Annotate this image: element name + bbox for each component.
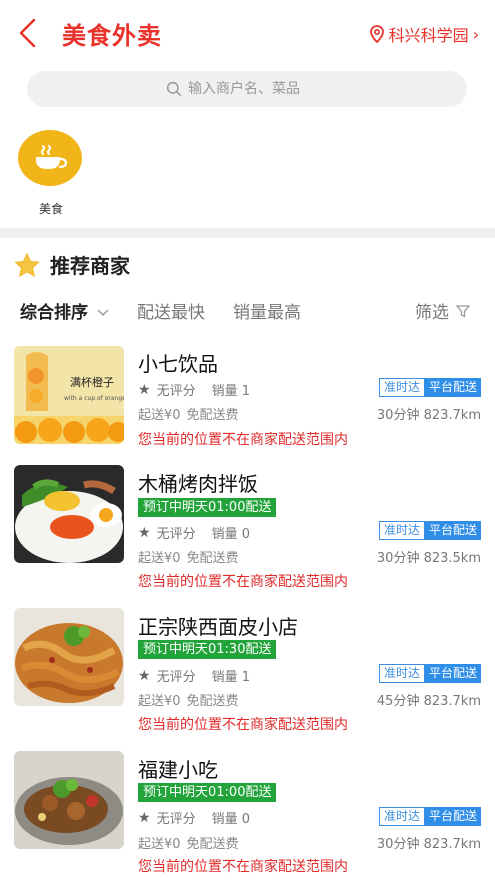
delivery-fee: 免配送费	[186, 837, 239, 852]
min-order: 起送¥0	[138, 408, 181, 423]
back-chevron-icon[interactable]	[16, 17, 46, 51]
preorder-badge: 预订中明天01:30配送	[138, 640, 277, 659]
rating-star-icon: ★	[138, 381, 151, 398]
filter-button[interactable]: 筛选	[415, 298, 471, 323]
tag-platform: 平台配送	[424, 521, 481, 540]
min-order: 起送¥0	[138, 837, 181, 852]
tag-platform: 平台配送	[424, 664, 481, 683]
tag-ontime: 准时达	[378, 807, 425, 826]
min-order: 起送¥0	[138, 551, 181, 566]
preorder-badge: 预订中明天01:00配送	[138, 498, 277, 517]
tag-platform: 平台配送	[424, 378, 481, 397]
shop-image	[14, 608, 124, 706]
rating-star-icon: ★	[138, 809, 151, 826]
sort-fastest[interactable]: 配送最快	[137, 298, 205, 323]
delivery-warning: 您当前的位置不在商家配送范围内	[138, 717, 348, 733]
shop-distance: 30分钟 823.7km	[376, 408, 481, 423]
star-icon	[14, 252, 40, 277]
rating-star-icon: ★	[138, 667, 151, 684]
filter-icon	[456, 305, 471, 318]
delivery-fee: 免配送费	[186, 694, 239, 709]
chevron-right-icon: ›	[472, 24, 479, 44]
shop-meta: ★ 无评分 销量 0	[138, 808, 250, 828]
search-icon	[166, 81, 182, 97]
shop-rating: 无评分	[156, 527, 196, 542]
delivery-warning: 您当前的位置不在商家配送范围内	[138, 574, 348, 590]
shop-distance: 30分钟 823.5km	[376, 551, 481, 566]
coffee-cup-icon	[18, 130, 82, 186]
shop-image: 满杯橙子 with a cup of orange	[14, 346, 124, 444]
min-order: 起送¥0	[138, 694, 181, 709]
filter-label: 筛选	[415, 303, 449, 323]
tag-ontime: 准时达	[378, 521, 425, 540]
shop-meta: ★ 无评分 销量 1	[138, 380, 250, 400]
header: 美食外卖 科兴科学园 ›	[0, 0, 495, 66]
shop-tags: 准时达 平台配送	[378, 664, 481, 683]
preorder-badge: 预订中明天01:00配送	[138, 783, 277, 802]
shop-distance: 45分钟 823.7km	[376, 694, 481, 709]
shop-sales: 销量 0	[211, 812, 250, 827]
shop-name: 正宗陕西面皮小店	[138, 615, 298, 639]
shop-tags: 准时达 平台配送	[378, 521, 481, 540]
shop-sales: 销量 1	[211, 670, 250, 685]
shop-fee: 起送¥0 免配送费	[138, 833, 239, 852]
sort-sales[interactable]: 销量最高	[233, 298, 301, 323]
delivery-warning: 您当前的位置不在商家配送范围内	[138, 432, 348, 448]
shop-sales: 销量 1	[211, 384, 250, 399]
shop-rating: 无评分	[156, 812, 196, 827]
shop-tags: 准时达 平台配送	[378, 378, 481, 397]
shop-fee: 起送¥0 免配送费	[138, 690, 239, 709]
shop-rating: 无评分	[156, 384, 196, 399]
category-label: 美食	[38, 202, 63, 216]
delivery-warning: 您当前的位置不在商家配送范围内	[138, 859, 348, 875]
category-food[interactable]: 美食	[18, 130, 84, 217]
sort-comprehensive-label: 综合排序	[20, 303, 88, 323]
delivery-fee: 免配送费	[186, 551, 239, 566]
chevron-down-icon	[97, 309, 109, 317]
location-pin-icon	[369, 25, 384, 43]
shop-name: 小七饮品	[138, 352, 218, 376]
location-label: 科兴科学园	[388, 26, 469, 45]
section-header: 推荐商家	[14, 250, 130, 279]
sort-comprehensive[interactable]: 综合排序	[20, 298, 110, 323]
tag-platform: 平台配送	[424, 807, 481, 826]
page-title: 美食外卖	[62, 22, 162, 50]
tag-ontime: 准时达	[378, 664, 425, 683]
shop-fee: 起送¥0 免配送费	[138, 404, 239, 423]
section-title: 推荐商家	[50, 254, 130, 278]
shop-tags: 准时达 平台配送	[378, 807, 481, 826]
shop-image	[14, 465, 124, 563]
shop-image	[14, 751, 124, 849]
shop-image-text: 满杯橙子	[70, 375, 114, 389]
shop-sales: 销量 0	[211, 527, 250, 542]
tag-ontime: 准时达	[378, 378, 425, 397]
section-divider	[0, 228, 495, 238]
shop-name: 木桶烤肉拌饭	[138, 472, 258, 496]
shop-card[interactable]: 正宗陕西面皮小店 预订中明天01:30配送 ★ 无评分 销量 1 准时达 平台配…	[0, 608, 495, 749]
shop-distance: 30分钟 823.7km	[376, 837, 481, 852]
location-selector[interactable]: 科兴科学园 ›	[369, 22, 479, 46]
rating-star-icon: ★	[138, 524, 151, 541]
shop-meta: ★ 无评分 销量 0	[138, 523, 250, 543]
shop-meta: ★ 无评分 销量 1	[138, 666, 250, 686]
delivery-fee: 免配送费	[186, 408, 239, 423]
search-bar[interactable]	[27, 71, 467, 107]
shop-fee: 起送¥0 免配送费	[138, 547, 239, 566]
search-input[interactable]	[188, 81, 328, 97]
sort-bar: 综合排序 配送最快 销量最高 筛选	[0, 298, 495, 328]
shop-name: 福建小吃	[138, 758, 218, 782]
svg-text:with a cup of orange: with a cup of orange	[64, 395, 124, 402]
shop-card[interactable]: 福建小吃 预订中明天01:00配送 ★ 无评分 销量 0 准时达 平台配送 起送…	[0, 751, 495, 881]
shop-card[interactable]: 木桶烤肉拌饭 预订中明天01:00配送 ★ 无评分 销量 0 准时达 平台配送 …	[0, 465, 495, 606]
shop-rating: 无评分	[156, 670, 196, 685]
